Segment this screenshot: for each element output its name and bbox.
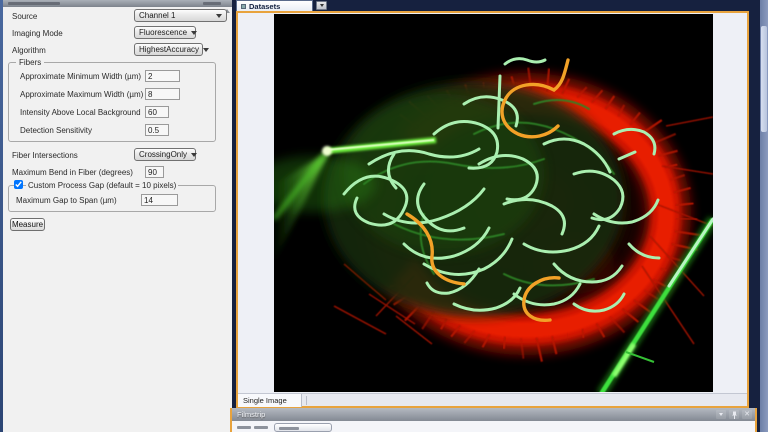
panel-titlebar[interactable] bbox=[3, 0, 232, 7]
min-width-input[interactable] bbox=[145, 70, 180, 82]
chevron-down-icon bbox=[191, 152, 198, 157]
intersections-dropdown[interactable]: CrossingOnly bbox=[134, 148, 198, 161]
tab-separator bbox=[306, 396, 307, 405]
tab-datasets-label: Datasets bbox=[249, 1, 281, 11]
filmstrip-dropdown[interactable] bbox=[274, 423, 332, 432]
fluorescence-image-svg bbox=[252, 14, 718, 393]
dataset-view-container: Single Image bbox=[236, 11, 749, 408]
imaging-mode-label: Imaging Mode bbox=[12, 29, 63, 38]
source-label: Source bbox=[12, 12, 38, 21]
max-bend-input[interactable] bbox=[145, 166, 164, 178]
tab-single-image[interactable]: Single Image bbox=[238, 394, 302, 407]
image-canvas[interactable] bbox=[238, 13, 747, 393]
custom-gap-checkbox[interactable] bbox=[14, 180, 23, 189]
tab-datasets[interactable]: Datasets bbox=[236, 0, 313, 11]
fibers-group-title: Fibers bbox=[16, 58, 45, 67]
filmstrip-label-smudge bbox=[254, 426, 268, 429]
filmstrip-label-smudge bbox=[237, 426, 251, 429]
chevron-down-icon bbox=[719, 413, 723, 416]
filmstrip-close-button[interactable]: ✕ bbox=[742, 410, 752, 419]
filmstrip-toolbar bbox=[232, 421, 755, 432]
filmstrip-menu-button[interactable] bbox=[716, 410, 726, 419]
filmstrip-dock: Filmstrip ✕ bbox=[230, 408, 757, 432]
source-dropdown[interactable]: Channel 1 bbox=[134, 9, 227, 22]
view-mode-tabstrip: Single Image bbox=[238, 393, 747, 407]
algorithm-dropdown[interactable]: HighestAccuracy bbox=[134, 43, 210, 56]
microscopy-image[interactable] bbox=[252, 14, 718, 393]
imaging-mode-dropdown-value: Fluorescence bbox=[139, 28, 188, 37]
chevron-down-icon bbox=[319, 4, 324, 7]
max-width-input[interactable] bbox=[145, 88, 180, 100]
chevron-down-icon bbox=[191, 30, 198, 35]
intensity-label: Intensity Above Local Background bbox=[20, 108, 141, 117]
filmstrip-header[interactable]: Filmstrip ✕ bbox=[232, 408, 755, 421]
measure-button[interactable]: Measure bbox=[10, 218, 45, 231]
tab-options-button[interactable] bbox=[316, 1, 327, 10]
intersections-dropdown-value: CrossingOnly bbox=[139, 150, 188, 159]
sensitivity-input[interactable] bbox=[145, 124, 169, 136]
filmstrip-pin-button[interactable] bbox=[729, 410, 739, 419]
sensitivity-label: Detection Sensitivity bbox=[20, 126, 93, 135]
fiber-tracing-panel: Source Channel 1 Imaging Mode Fluorescen… bbox=[3, 0, 232, 432]
min-width-label: Approximate Minimum Width (µm) bbox=[20, 72, 142, 81]
intersections-label: Fiber Intersections bbox=[12, 151, 78, 160]
intensity-input[interactable] bbox=[145, 106, 169, 118]
vertical-scrollbar[interactable] bbox=[760, 0, 768, 432]
custom-gap-label: Custom Process Gap (default = 10 pixels) bbox=[26, 181, 179, 190]
source-dropdown-value: Channel 1 bbox=[139, 11, 176, 20]
algorithm-label: Algorithm bbox=[12, 46, 46, 55]
close-icon: ✕ bbox=[744, 411, 750, 418]
filmstrip-dropdown-smudge bbox=[279, 427, 299, 430]
app-window: Source Channel 1 Imaging Mode Fluorescen… bbox=[0, 0, 768, 432]
imaging-mode-dropdown[interactable]: Fluorescence bbox=[134, 26, 198, 39]
pin-icon bbox=[731, 411, 737, 419]
gap-span-label: Maximum Gap to Span (µm) bbox=[16, 196, 117, 205]
algorithm-dropdown-value: HighestAccuracy bbox=[139, 45, 200, 54]
filmstrip-title: Filmstrip bbox=[237, 410, 266, 419]
chevron-down-icon bbox=[216, 13, 222, 18]
max-width-label: Approximate Maximum Width (µm) bbox=[20, 90, 144, 99]
gap-span-input[interactable] bbox=[141, 194, 178, 206]
tab-single-image-label: Single Image bbox=[243, 396, 287, 405]
panel-titlebar-buttons-smudge bbox=[203, 2, 221, 5]
max-bend-label: Maximum Bend in Fiber (degrees) bbox=[12, 168, 133, 177]
dataset-icon bbox=[241, 3, 246, 9]
panel-title-text-smudge bbox=[8, 2, 60, 5]
scrollbar-thumb[interactable] bbox=[761, 26, 767, 132]
chevron-down-icon bbox=[203, 47, 210, 52]
